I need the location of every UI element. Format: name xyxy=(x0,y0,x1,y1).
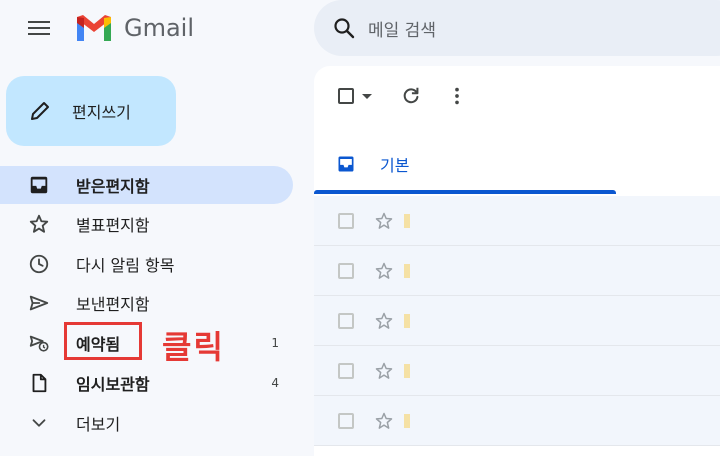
table-row[interactable] xyxy=(314,296,720,346)
scheduled-send-icon xyxy=(29,335,49,352)
star-icon[interactable] xyxy=(374,311,394,331)
search-input[interactable]: 메일 검색 xyxy=(368,16,436,41)
star-icon[interactable] xyxy=(374,361,394,381)
sidebar-item-label: 다시 알림 항목 xyxy=(76,256,175,275)
sidebar-item-inbox[interactable]: 받은편지함 xyxy=(0,166,293,204)
sidebar-item-drafts[interactable]: 임시보관함 4 xyxy=(0,364,293,402)
tab-primary[interactable]: 기본 xyxy=(314,132,616,196)
sidebar-item-snoozed[interactable]: 다시 알림 항목 xyxy=(0,245,293,283)
sidebar-item-more[interactable]: 더보기 xyxy=(0,404,293,442)
gmail-logo-icon xyxy=(77,15,111,41)
sidebar-item-label: 별표편지함 xyxy=(76,216,150,235)
highlight-box xyxy=(64,322,142,360)
table-row[interactable] xyxy=(314,346,720,396)
row-checkbox[interactable] xyxy=(338,262,354,279)
sender-snippet xyxy=(404,313,410,328)
mail-list-panel: 기본 xyxy=(314,66,720,456)
row-checkbox[interactable] xyxy=(338,212,354,229)
tab-label: 기본 xyxy=(380,156,410,175)
select-all-checkbox[interactable] xyxy=(338,88,354,104)
sidebar-item-scheduled[interactable]: 예약됨 1 xyxy=(0,324,293,362)
sidebar-item-label: 보낸편지함 xyxy=(76,295,150,314)
search-bar[interactable]: 메일 검색 xyxy=(314,0,720,56)
table-row[interactable] xyxy=(314,196,720,246)
compose-button[interactable]: 편지쓰기 xyxy=(6,76,176,146)
more-vert-icon[interactable] xyxy=(446,85,468,107)
menu-icon xyxy=(28,21,50,23)
star-icon[interactable] xyxy=(374,211,394,231)
unread-count: 4 xyxy=(271,376,279,390)
star-icon xyxy=(29,214,49,233)
inbox-icon xyxy=(30,176,48,194)
sender-snippet xyxy=(404,363,410,378)
sidebar-item-label: 임시보관함 xyxy=(76,375,150,394)
table-row[interactable] xyxy=(314,246,720,296)
mail-rows xyxy=(314,196,720,456)
category-tabs: 기본 xyxy=(314,132,720,196)
mail-toolbar xyxy=(334,84,468,108)
draft-icon xyxy=(32,373,47,393)
chevron-down-icon xyxy=(32,419,46,427)
sidebar-item-label: 더보기 xyxy=(76,415,121,434)
refresh-icon[interactable] xyxy=(400,85,422,107)
sidebar-item-starred[interactable]: 별표편지함 xyxy=(0,205,293,243)
sidebar-item-label: 받은편지함 xyxy=(76,177,150,196)
row-checkbox[interactable] xyxy=(338,412,354,429)
star-icon[interactable] xyxy=(374,411,394,431)
active-tab-indicator xyxy=(314,190,616,194)
send-icon xyxy=(29,295,49,311)
unread-count: 1 xyxy=(271,336,279,350)
clock-icon xyxy=(29,254,49,274)
main-menu-button[interactable] xyxy=(24,12,56,44)
gmail-logo[interactable]: Gmail xyxy=(74,12,204,44)
table-row[interactable] xyxy=(314,396,720,446)
sender-snippet xyxy=(404,413,410,428)
click-annotation: 클릭 xyxy=(162,328,225,366)
menu-icon-bar xyxy=(28,27,50,29)
search-icon[interactable] xyxy=(332,16,356,40)
sidebar-item-sent[interactable]: 보낸편지함 xyxy=(0,284,293,322)
star-icon[interactable] xyxy=(374,261,394,281)
sender-snippet xyxy=(404,263,410,278)
menu-icon-bar xyxy=(28,33,50,35)
pencil-icon xyxy=(31,102,49,120)
inbox-icon xyxy=(338,156,354,172)
sender-snippet xyxy=(404,213,410,228)
app-name: Gmail xyxy=(124,14,195,42)
compose-label: 편지쓰기 xyxy=(72,103,131,122)
row-checkbox[interactable] xyxy=(338,362,354,379)
caret-down-icon[interactable] xyxy=(360,89,374,103)
row-checkbox[interactable] xyxy=(338,312,354,329)
